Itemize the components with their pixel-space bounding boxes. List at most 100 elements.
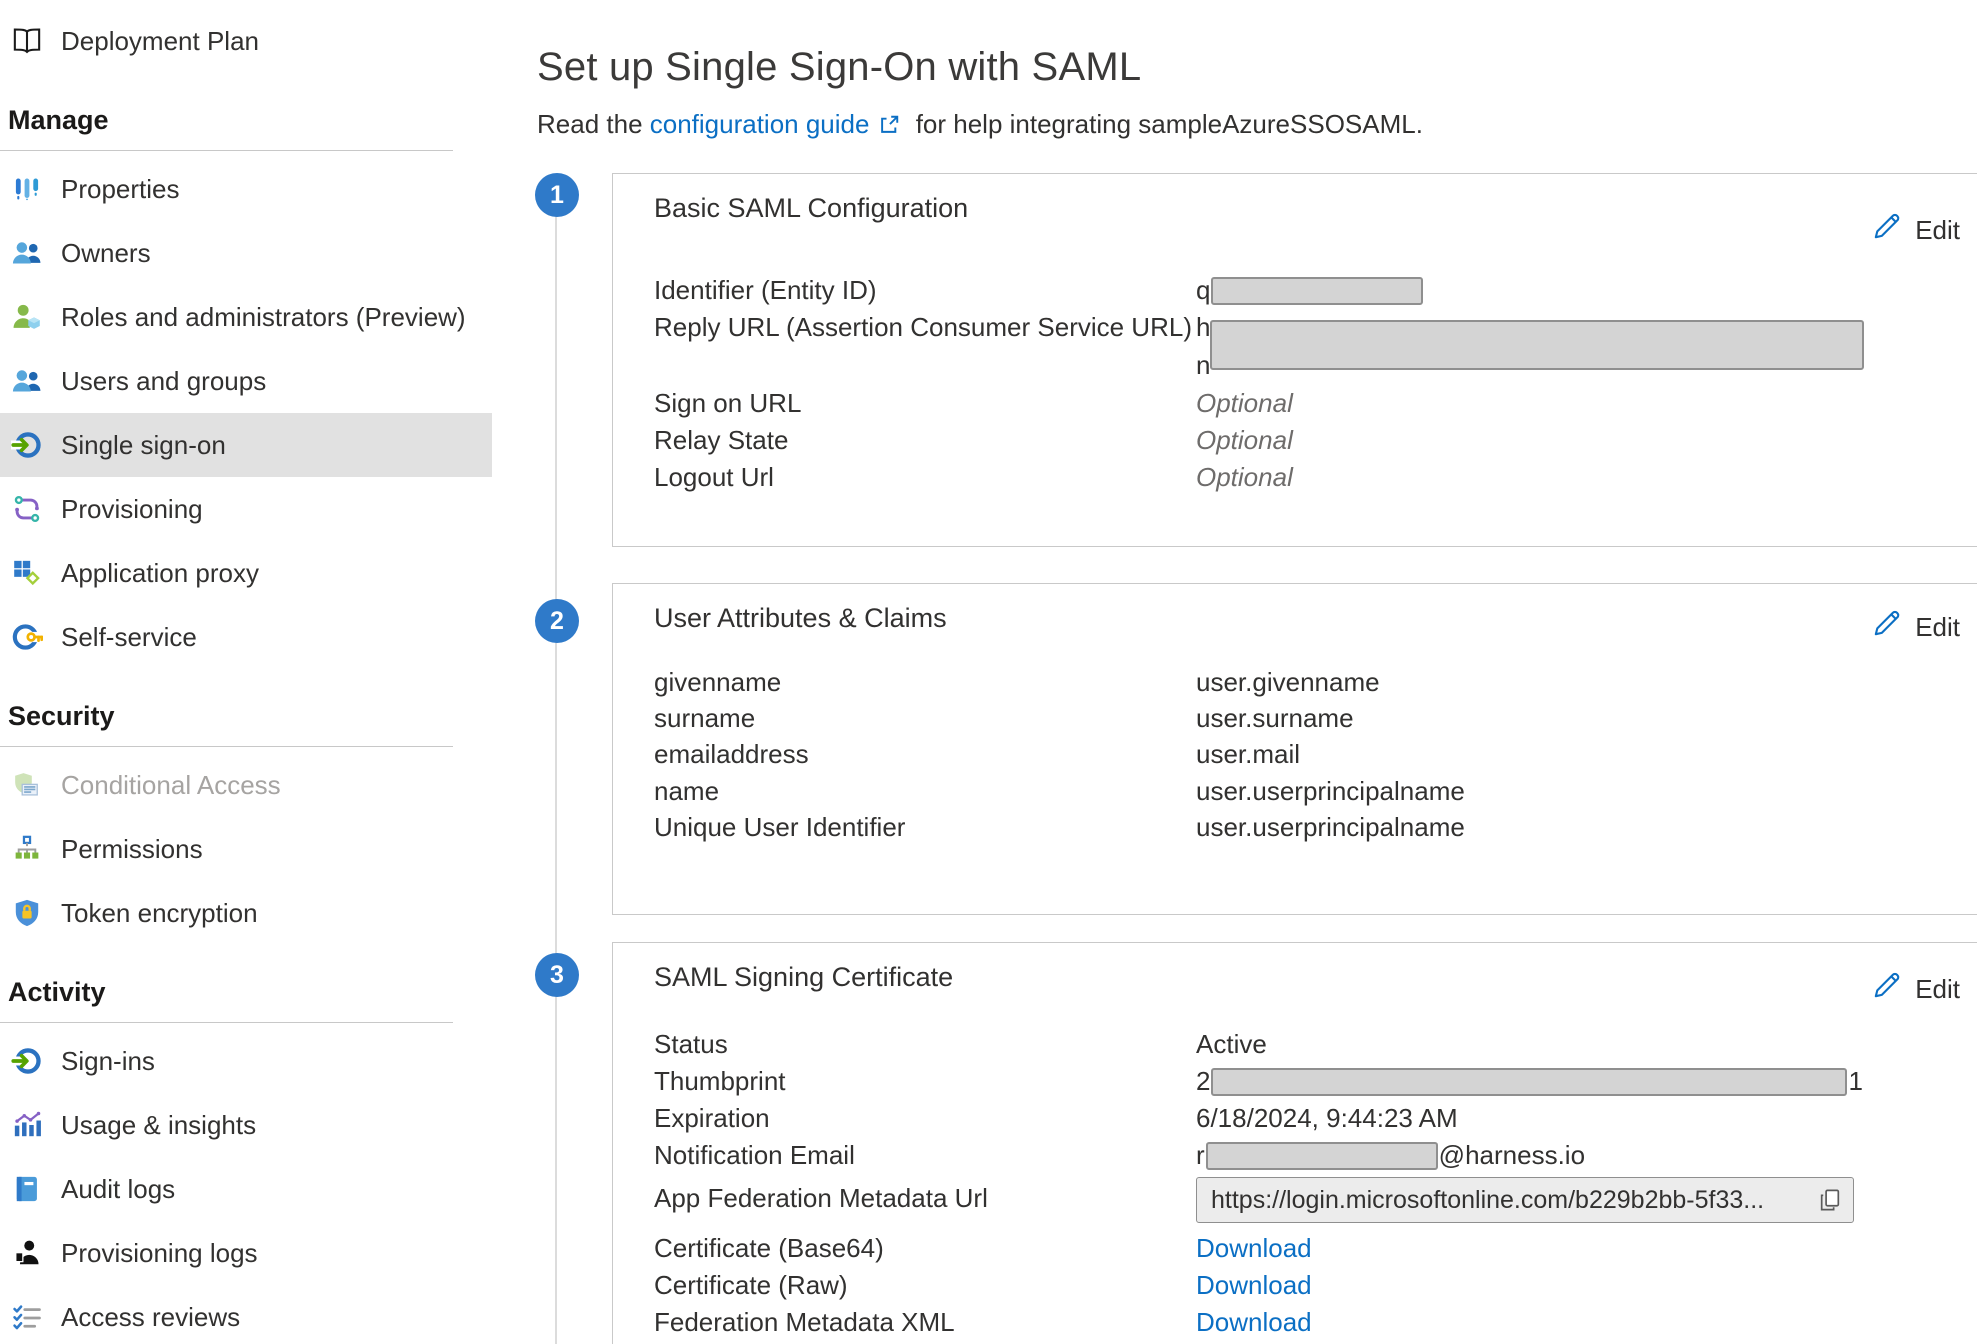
sidebar-item-permissions[interactable]: Permissions xyxy=(0,817,492,881)
sso-icon xyxy=(9,427,45,463)
step-circle-3: 3 xyxy=(535,953,579,997)
download-link-certificate-base64[interactable]: Download xyxy=(1196,1233,1312,1263)
sidebar-item-label: Provisioning xyxy=(61,494,203,525)
row-value-emailaddress: user.mail xyxy=(1196,739,1300,770)
row-value-logout-url: Optional xyxy=(1196,462,1293,493)
sidebar-item-properties[interactable]: Properties xyxy=(0,157,492,221)
sidebar-item-label: Single sign-on xyxy=(61,430,226,461)
row-value-notification-email: r@harness.io xyxy=(1196,1140,1585,1171)
pencil-icon xyxy=(1871,609,1901,646)
app-federation-metadata-url-field[interactable]: https://login.microsoftonline.com/b229b2… xyxy=(1196,1177,1854,1223)
row-label-notification-email: Notification Email xyxy=(654,1140,855,1171)
row-label-givenname: givenname xyxy=(654,667,781,698)
row-value-givenname: user.givenname xyxy=(1196,667,1380,698)
sidebar-heading-activity: Activity xyxy=(0,972,492,1012)
download-link-certificate-raw[interactable]: Download xyxy=(1196,1270,1312,1300)
row-label-expiration: Expiration xyxy=(654,1103,770,1134)
sidebar-divider xyxy=(0,1022,453,1023)
row-value-reply-url-assertion-consumer-service-url: hn xyxy=(1196,312,1977,384)
section-saml-signing-certificate: SAML Signing CertificateEditStatusActive… xyxy=(612,942,1977,1344)
people-icon xyxy=(9,363,45,399)
edit-button-saml-signing-certificate[interactable]: Edit xyxy=(1871,971,1960,1008)
sidebar-divider xyxy=(0,746,453,747)
step-circle-2: 2 xyxy=(535,599,579,643)
sidebar-heading-security: Security xyxy=(0,696,492,736)
section-basic-saml-configuration: Basic SAML ConfigurationEditIdentifier (… xyxy=(612,173,1977,547)
sidebar-item-label: Self-service xyxy=(61,622,197,653)
edit-button-user-attributes-claims[interactable]: Edit xyxy=(1871,609,1960,646)
row-value-expiration: 6/18/2024, 9:44:23 AM xyxy=(1196,1103,1458,1134)
sidebar-item-label: Provisioning logs xyxy=(61,1238,258,1269)
redacted-line2-fragment: n xyxy=(1196,350,1210,381)
row-label-certificate-raw: Certificate (Raw) xyxy=(654,1270,848,1301)
sidebar-item-users-and-groups[interactable]: Users and groups xyxy=(0,349,492,413)
sidebar-item-deployment-plan[interactable]: Deployment Plan xyxy=(0,9,492,73)
row-label-surname: surname xyxy=(654,703,755,734)
section-title: SAML Signing Certificate xyxy=(654,962,953,993)
copy-icon[interactable] xyxy=(1817,1187,1843,1213)
redacted-line1-fragment: h xyxy=(1196,312,1210,342)
sidebar-divider xyxy=(0,150,453,151)
page-title: Set up Single Sign-On with SAML xyxy=(537,45,1141,90)
roles-icon xyxy=(9,299,45,335)
sidebar-item-provisioning-logs[interactable]: Provisioning logs xyxy=(0,1221,492,1285)
sidebar-item-owners[interactable]: Owners xyxy=(0,221,492,285)
row-value-identifier-entity-id: q xyxy=(1196,275,1424,306)
sidebar-item-provisioning[interactable]: Provisioning xyxy=(0,477,492,541)
step-circle-1: 1 xyxy=(535,173,579,217)
sidebar-item-label: Access reviews xyxy=(61,1302,240,1333)
row-label-name: name xyxy=(654,776,719,807)
configuration-guide-link[interactable]: configuration guide xyxy=(650,109,870,139)
sidebar-item-self-service[interactable]: Self-service xyxy=(0,605,492,669)
row-label-thumbprint: Thumbprint xyxy=(654,1066,786,1097)
provisioning-logs-icon xyxy=(9,1235,45,1271)
redacted-visible-prefix: q xyxy=(1196,275,1210,305)
row-value-federation-metadata-xml: Download xyxy=(1196,1307,1312,1338)
edit-label: Edit xyxy=(1915,974,1960,1005)
row-label-certificate-base64: Certificate (Base64) xyxy=(654,1233,884,1264)
self-service-icon xyxy=(9,619,45,655)
sidebar-item-sign-ins[interactable]: Sign-ins xyxy=(0,1029,492,1093)
app-proxy-icon xyxy=(9,555,45,591)
edit-button-basic-saml-configuration[interactable]: Edit xyxy=(1871,212,1960,249)
row-label-sign-on-url: Sign on URL xyxy=(654,388,801,419)
metadata-url-value: https://login.microsoftonline.com/b229b2… xyxy=(1211,1186,1809,1215)
section-user-attributes-claims: User Attributes & ClaimsEditgivennameuse… xyxy=(612,583,1977,915)
permissions-icon xyxy=(9,831,45,867)
redacted-visible-prefix: r xyxy=(1196,1140,1205,1170)
row-label-reply-url-assertion-consumer-service-url: Reply URL (Assertion Consumer Service UR… xyxy=(654,312,1192,343)
intro-prefix: Read the xyxy=(537,109,650,139)
book-icon xyxy=(9,23,45,59)
sidebar-item-label: Permissions xyxy=(61,834,203,865)
sidebar-item-single-sign-on[interactable]: Single sign-on xyxy=(0,413,492,477)
sso-icon xyxy=(9,1043,45,1079)
conditional-access-icon xyxy=(9,767,45,803)
edit-label: Edit xyxy=(1915,612,1960,643)
sidebar-item-label: Usage & insights xyxy=(61,1110,256,1141)
intro-suffix: for help integrating sampleAzureSSOSAML. xyxy=(908,109,1422,139)
sidebar-item-token-encryption[interactable]: Token encryption xyxy=(0,881,492,945)
row-value-relay-state: Optional xyxy=(1196,425,1293,456)
sidebar-item-label: Users and groups xyxy=(61,366,266,397)
pencil-icon xyxy=(1871,212,1901,249)
sidebar-item-roles-and-administrators-preview[interactable]: Roles and administrators (Preview) xyxy=(0,285,492,349)
sidebar-item-label: Application proxy xyxy=(61,558,259,589)
row-label-status: Status xyxy=(654,1029,728,1060)
sidebar-item-audit-logs[interactable]: Audit logs xyxy=(0,1157,492,1221)
sidebar-item-application-proxy[interactable]: Application proxy xyxy=(0,541,492,605)
sidebar-item-label: Audit logs xyxy=(61,1174,175,1205)
redaction-box xyxy=(1211,1068,1847,1096)
row-label-identifier-entity-id: Identifier (Entity ID) xyxy=(654,275,877,306)
step-connector-line xyxy=(555,195,557,1344)
intro-text: Read the configuration guide for help in… xyxy=(537,109,1423,143)
download-link-federation-metadata-xml[interactable]: Download xyxy=(1196,1307,1312,1337)
pencil-icon xyxy=(1871,971,1901,1008)
sidebar-item-usage-insights[interactable]: Usage & insights xyxy=(0,1093,492,1157)
sidebar-item-label: Conditional Access xyxy=(61,770,281,801)
row-value-certificate-raw: Download xyxy=(1196,1270,1312,1301)
edit-label: Edit xyxy=(1915,215,1960,246)
row-label-unique-user-identifier: Unique User Identifier xyxy=(654,812,905,843)
row-value-name: user.userprincipalname xyxy=(1196,776,1465,807)
sidebar-item-access-reviews[interactable]: Access reviews xyxy=(0,1285,492,1344)
audit-logs-icon xyxy=(9,1171,45,1207)
